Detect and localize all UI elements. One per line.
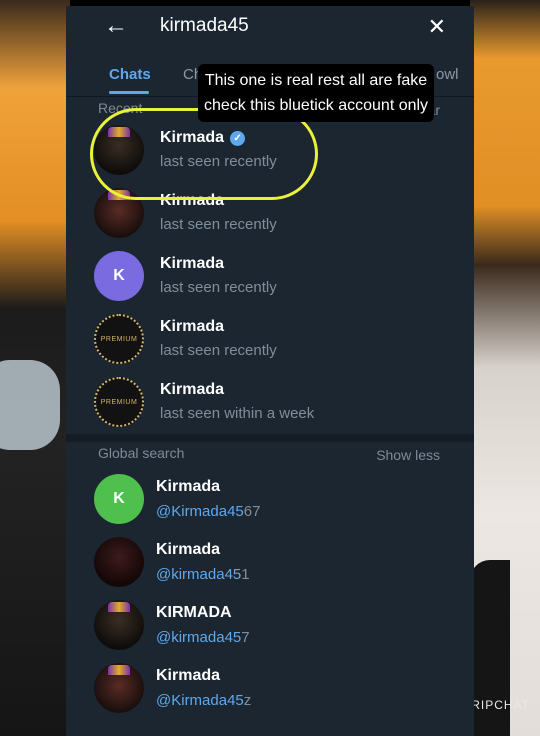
list-item[interactable]: PREMIUM Kirmada last seen recently	[66, 308, 474, 371]
list-item[interactable]: K Kirmada last seen recently	[66, 245, 474, 308]
contact-name: Kirmada	[156, 478, 221, 495]
contact-name: KIRMADA	[156, 604, 232, 621]
contact-name: Kirmada	[160, 318, 225, 335]
username-suffix: z	[243, 692, 252, 709]
avatar	[94, 663, 144, 713]
avatar	[94, 537, 144, 587]
annotation-note: This one is real rest all are fake check…	[198, 64, 434, 122]
premium-badge: PREMIUM	[100, 398, 138, 406]
contact-name: Kirmada	[156, 541, 221, 558]
search-input[interactable]: kirmada45	[160, 15, 249, 37]
contact-name: Kirmada	[160, 381, 225, 398]
list-item[interactable]: Kirmada @kirmada451	[66, 531, 474, 594]
tab-downloads[interactable]: owl	[436, 66, 459, 83]
username-text: @Kirmada45	[156, 692, 244, 709]
background-right	[470, 0, 540, 736]
annotation-line-2: check this bluetick account only	[203, 97, 429, 114]
username: @Kirmada4567	[156, 503, 260, 520]
username-text: @Kirmada45	[156, 503, 244, 520]
list-item[interactable]: K Kirmada @Kirmada4567	[66, 468, 474, 531]
avatar: K	[94, 251, 144, 301]
background-left	[0, 0, 70, 736]
username: @kirmada457	[156, 629, 250, 646]
contact-name: Kirmada	[156, 667, 221, 684]
avatar: PREMIUM	[94, 377, 144, 427]
global-search-header: Global search Show less	[66, 442, 474, 468]
username-text: @kirmada45	[156, 629, 242, 646]
watermark: RIPCHAT	[471, 698, 530, 712]
list-item[interactable]: PREMIUM Kirmada last seen within a week	[66, 371, 474, 434]
tab-chats[interactable]: Chats	[109, 66, 151, 83]
section-divider	[66, 434, 474, 442]
close-icon[interactable]: ✕	[428, 14, 446, 40]
avatar: PREMIUM	[94, 314, 144, 364]
username-suffix: 1	[241, 566, 250, 583]
last-seen-status: last seen recently	[160, 216, 277, 233]
annotation-line-1: This one is real rest all are fake	[204, 72, 428, 89]
active-tab-indicator	[109, 91, 149, 94]
username: @kirmada451	[156, 566, 250, 583]
show-less-button[interactable]: Show less	[376, 447, 440, 463]
username: @Kirmada45z	[156, 692, 251, 709]
username-text: @kirmada45	[156, 566, 242, 583]
crown-icon	[108, 665, 130, 675]
contact-name: Kirmada	[160, 255, 225, 272]
avatar: K	[94, 474, 144, 524]
username-suffix: 67	[243, 503, 261, 520]
search-bar: ← kirmada45 ✕	[66, 6, 474, 50]
avatar	[94, 600, 144, 650]
list-item[interactable]: Kirmada @Kirmada45z	[66, 657, 474, 720]
crown-icon	[108, 602, 130, 612]
premium-badge: PREMIUM	[100, 335, 138, 343]
face-mask	[0, 360, 60, 450]
last-seen-status: last seen recently	[160, 342, 277, 359]
list-item[interactable]: KIRMADA @kirmada457	[66, 594, 474, 657]
username-suffix: 7	[241, 629, 250, 646]
last-seen-status: last seen within a week	[160, 405, 315, 422]
back-arrow-icon[interactable]: ←	[104, 12, 128, 40]
last-seen-status: last seen recently	[160, 279, 277, 296]
global-search-title: Global search	[98, 445, 185, 461]
